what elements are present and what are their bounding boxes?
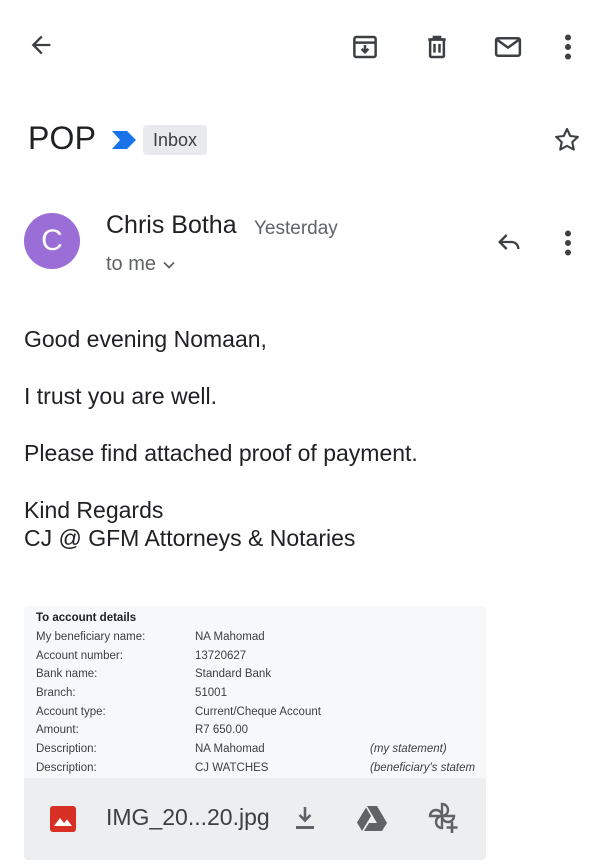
- back-button[interactable]: [24, 28, 58, 62]
- mail-icon: [494, 37, 522, 57]
- add-to-photos-icon: [428, 802, 458, 833]
- preview-label: My beneficiary name:: [36, 631, 146, 643]
- label-chip-inbox[interactable]: Inbox: [143, 125, 208, 155]
- more-options-button[interactable]: [556, 30, 580, 64]
- download-icon: [296, 807, 314, 829]
- archive-icon: [353, 35, 377, 59]
- preview-value: CJ WATCHES: [195, 762, 269, 774]
- sender-name[interactable]: Chris Botha: [106, 211, 237, 240]
- preview-value: NA Mahomad: [195, 631, 265, 643]
- add-to-photos-button[interactable]: [426, 800, 462, 836]
- preview-heading: To account details: [36, 612, 137, 624]
- delete-button[interactable]: [420, 30, 454, 64]
- attachment-bar[interactable]: IMG_20...20.jpg: [24, 778, 486, 860]
- preview-value: NA Mahomad: [195, 743, 265, 755]
- arrow-back-icon: [31, 35, 51, 55]
- attachment-card[interactable]: To account details My beneficiary name: …: [24, 606, 486, 860]
- preview-label: Bank name:: [36, 668, 98, 680]
- preview-value: Standard Bank: [195, 668, 272, 680]
- attachment-preview[interactable]: To account details My beneficiary name: …: [24, 606, 486, 778]
- email-subject: POP: [28, 120, 97, 156]
- signoff: Kind Regards: [24, 497, 164, 523]
- message-more-button[interactable]: [556, 228, 580, 258]
- recipients-label: to me: [106, 253, 157, 275]
- body-line: I trust you are well.: [24, 383, 218, 409]
- google-drive-icon: [357, 806, 387, 831]
- preview-note: (my statement): [370, 743, 447, 755]
- body-line: Please find attached proof of payment.: [24, 440, 418, 466]
- reply-icon: [498, 234, 520, 250]
- chevron-down-icon: [163, 261, 175, 269]
- avatar[interactable]: C: [24, 213, 80, 269]
- avatar-letter: C: [41, 224, 63, 257]
- download-button[interactable]: [290, 802, 320, 834]
- attachment-filename[interactable]: IMG_20...20.jpg: [106, 804, 270, 831]
- preview-value: Current/Cheque Account: [195, 706, 321, 718]
- message-time: Yesterday: [254, 218, 338, 239]
- save-to-drive-button[interactable]: [354, 802, 390, 834]
- more-vert-icon: [565, 34, 571, 60]
- preview-value: 51001: [195, 687, 227, 699]
- preview-note: (beneficiary's statem: [370, 762, 476, 774]
- body-greeting: Good evening Nomaan,: [24, 326, 267, 352]
- preview-label: Account type:: [36, 706, 106, 718]
- important-marker-icon[interactable]: [110, 129, 138, 151]
- trash-icon: [428, 35, 446, 59]
- preview-value: 13720627: [195, 650, 247, 662]
- preview-label: Amount:: [36, 724, 79, 736]
- star-outline-icon: [555, 127, 579, 151]
- preview-label: Description:: [36, 743, 97, 755]
- reply-button[interactable]: [492, 226, 526, 258]
- more-vert-icon: [565, 230, 571, 256]
- archive-button[interactable]: [348, 30, 382, 64]
- preview-label: Account number:: [36, 650, 123, 662]
- preview-value: R7 650.00: [195, 724, 249, 736]
- preview-label: Description:: [36, 762, 97, 774]
- recipients-toggle[interactable]: to me: [106, 253, 176, 276]
- star-button[interactable]: [550, 123, 584, 157]
- image-file-icon: [50, 806, 76, 832]
- mark-unread-button[interactable]: [490, 30, 526, 64]
- preview-label: Branch:: [36, 687, 76, 699]
- signature: CJ @ GFM Attorneys & Notaries: [24, 525, 356, 551]
